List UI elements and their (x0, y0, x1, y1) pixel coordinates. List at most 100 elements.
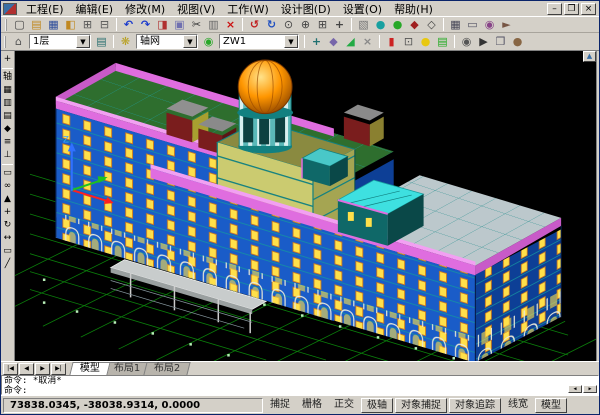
zoom-realtime-icon[interactable]: ⊙ (280, 17, 297, 32)
close-button[interactable]: × (581, 3, 596, 15)
grid-layer-combo[interactable]: 轴网 ▼ (136, 34, 198, 49)
help-book-icon[interactable]: ◉ (481, 17, 498, 32)
menu-help[interactable]: 帮助(H) (388, 0, 439, 18)
add-axis-icon[interactable]: + (308, 34, 325, 49)
print-preview-icon[interactable]: ⊞ (79, 17, 96, 32)
bulb-icon[interactable]: ● (417, 34, 434, 49)
toggle-ortho[interactable]: 正交 (329, 398, 359, 413)
fillet-icon[interactable]: ╱ (1, 258, 14, 271)
rotate-view-icon[interactable]: ↻ (263, 17, 280, 32)
home-icon[interactable]: ⌂ (10, 34, 27, 49)
tab-layout2[interactable]: 布局2 (144, 362, 192, 375)
menu-edit[interactable]: 编辑(E) (70, 0, 120, 18)
folder-icon[interactable]: ◧ (62, 17, 79, 32)
redo-icon[interactable]: ↷ (137, 17, 154, 32)
menu-view[interactable]: 视图(V) (171, 0, 221, 18)
zoom-region-icon[interactable]: ◇ (423, 17, 440, 32)
grid-edit-icon[interactable]: ▥ (1, 97, 14, 110)
lock-icon[interactable]: ▮ (383, 34, 400, 49)
wall-icon[interactable]: ≡ (1, 136, 14, 149)
copy-base-icon[interactable]: ▣ (171, 17, 188, 32)
chevron-down-icon[interactable]: ▼ (183, 35, 197, 48)
chevron-down-icon[interactable]: ▼ (284, 35, 298, 48)
menu-design-drawing[interactable]: 设计图(D) (275, 0, 337, 18)
panel-collapse-button[interactable]: ▲ (583, 51, 596, 62)
copy-icon[interactable]: ◨ (154, 17, 171, 32)
render-icon[interactable]: ● (372, 17, 389, 32)
properties-icon[interactable]: ❐ (492, 34, 509, 49)
shield-icon[interactable]: ◆ (325, 34, 342, 49)
tab-model[interactable]: 模型 (69, 362, 110, 375)
move-icon[interactable]: + (1, 206, 14, 219)
toggle-osnap[interactable]: 对象捕捉 (395, 398, 447, 413)
axis-grid-icon[interactable]: 轴 (1, 71, 14, 84)
storey-manager-icon[interactable]: ▤ (93, 34, 110, 49)
stretch-icon[interactable]: ↔ (1, 232, 14, 245)
command-scroll-left-button[interactable]: ◀ (568, 385, 582, 393)
cut-icon[interactable]: ✂ (188, 17, 205, 32)
minimize-button[interactable]: – (547, 3, 562, 15)
menu-modify[interactable]: 修改(M) (119, 0, 171, 18)
render-preferences-icon[interactable]: ● (389, 17, 406, 32)
command-scroll-right-button[interactable]: ▶ (583, 385, 597, 393)
play-icon[interactable]: ▶ (475, 34, 492, 49)
perpendicular-icon[interactable]: ⊥ (1, 149, 14, 162)
prev-tab-button[interactable]: ◀ (19, 363, 34, 375)
undo-icon[interactable]: ↶ (120, 17, 137, 32)
axis-name-combo[interactable]: ZW1 ▼ (219, 34, 299, 49)
terrain-icon[interactable]: ◢ (342, 34, 359, 49)
exit-icon[interactable]: ► (498, 17, 515, 32)
toolbar-grip[interactable] (4, 36, 7, 48)
print-icon[interactable]: ⊟ (96, 17, 113, 32)
toggle-otrack[interactable]: 对象追踪 (449, 398, 501, 413)
zoom-select-icon[interactable]: ⊡ (400, 34, 417, 49)
menu-project[interactable]: 工程(E) (20, 0, 70, 18)
menu-work[interactable]: 工作(W) (221, 0, 274, 18)
grid-draw-icon[interactable]: ▦ (1, 84, 14, 97)
orbit-icon[interactable]: ↺ (246, 17, 263, 32)
chevron-down-icon[interactable]: ▼ (76, 35, 90, 48)
zoom-window-icon[interactable]: ⊞ (314, 17, 331, 32)
save-file-icon[interactable]: ▦ (45, 17, 62, 32)
rotate-icon[interactable]: ↻ (1, 219, 14, 232)
last-tab-button[interactable]: ▶| (51, 363, 66, 375)
restore-button[interactable]: ❐ (564, 3, 579, 15)
library-icon[interactable]: ▤ (434, 34, 451, 49)
toggle-grid[interactable]: 栅格 (297, 398, 327, 413)
pan-icon[interactable]: + (331, 17, 348, 32)
first-tab-button[interactable]: |◀ (3, 363, 18, 375)
materials-icon[interactable]: ◆ (406, 17, 423, 32)
floor-combo[interactable]: 1层 ▼ (29, 34, 91, 49)
eye-icon[interactable]: ◉ (458, 34, 475, 49)
menu-settings[interactable]: 设置(O) (337, 0, 388, 18)
toggle-model-space[interactable]: 模型 (535, 398, 567, 413)
mirror-icon[interactable]: ▲ (1, 193, 14, 206)
erase-icon[interactable]: × (222, 17, 239, 32)
command-window[interactable]: 命令: *取消* 命令: ◀ ▶ (1, 375, 599, 395)
close-tool-icon[interactable]: × (359, 34, 376, 49)
toggle-lineweight[interactable]: 线宽 (503, 398, 533, 413)
rectangle-icon[interactable]: ▭ (1, 245, 14, 258)
eraser-icon[interactable]: ▭ (1, 167, 14, 180)
menu-bar: 工程(E) 编辑(E) 修改(M) 视图(V) 工作(W) 设计图(D) 设置(… (1, 1, 599, 17)
open-file-icon[interactable]: ▤ (28, 17, 45, 32)
grid-label-icon[interactable]: ▤ (1, 110, 14, 123)
plot-icon[interactable]: ▭ (464, 17, 481, 32)
layer-style-icon[interactable]: ❋ (117, 34, 134, 49)
zoom-extents-icon[interactable]: ⊕ (297, 17, 314, 32)
new-file-icon[interactable]: ▢ (11, 17, 28, 32)
app-icon[interactable] (3, 3, 17, 15)
toolbar-grip[interactable] (5, 19, 8, 31)
next-tab-button[interactable]: ▶ (35, 363, 50, 375)
user-icon[interactable]: ● (509, 34, 526, 49)
layer-on-icon[interactable]: ◉ (200, 34, 217, 49)
toggle-snap[interactable]: 捕捉 (265, 398, 295, 413)
drawing-canvas[interactable]: ▲ (15, 51, 596, 361)
link-icon[interactable]: ∞ (1, 180, 14, 193)
paste-icon[interactable]: ▥ (205, 17, 222, 32)
calculator-icon[interactable]: ▦ (447, 17, 464, 32)
shade-icon[interactable]: ▧ (355, 17, 372, 32)
column-icon[interactable]: ◆ (1, 123, 14, 136)
select-cross-icon[interactable]: + (1, 53, 14, 66)
toggle-polar[interactable]: 极轴 (361, 398, 393, 413)
